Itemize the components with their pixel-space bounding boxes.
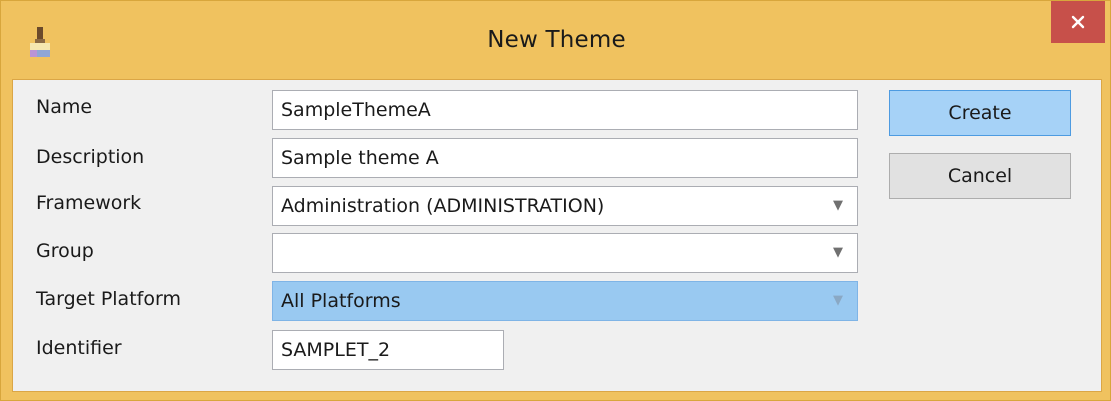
close-button[interactable] (1051, 1, 1105, 43)
identifier-label: Identifier (36, 337, 122, 359)
framework-select[interactable]: Administration (ADMINISTRATION) ▼ (272, 186, 858, 226)
cancel-button[interactable]: Cancel (889, 153, 1071, 199)
chevron-down-icon: ▼ (833, 198, 843, 213)
group-label: Group (36, 240, 94, 262)
group-select[interactable]: ▼ (272, 233, 858, 273)
chevron-down-icon: ▼ (833, 293, 843, 308)
target-platform-select[interactable]: All Platforms ▼ (272, 281, 858, 321)
description-input[interactable]: Sample theme A (272, 138, 858, 178)
title-bar[interactable]: New Theme (1, 1, 1111, 79)
framework-label: Framework (36, 192, 142, 214)
description-label: Description (36, 146, 145, 168)
target-platform-value: All Platforms (281, 290, 401, 312)
window-title: New Theme (487, 27, 626, 53)
new-theme-dialog: New Theme Name SampleThemeA Description … (0, 0, 1111, 401)
name-input[interactable]: SampleThemeA (272, 90, 858, 130)
create-button[interactable]: Create (889, 90, 1071, 136)
chevron-down-icon: ▼ (833, 245, 843, 260)
framework-value: Administration (ADMINISTRATION) (281, 195, 605, 217)
close-icon (1071, 15, 1085, 29)
target-platform-label: Target Platform (36, 288, 181, 310)
name-label: Name (36, 96, 93, 118)
identifier-input[interactable]: SAMPLET_2 (272, 330, 504, 370)
dialog-body: Name SampleThemeA Description Sample the… (12, 79, 1102, 392)
